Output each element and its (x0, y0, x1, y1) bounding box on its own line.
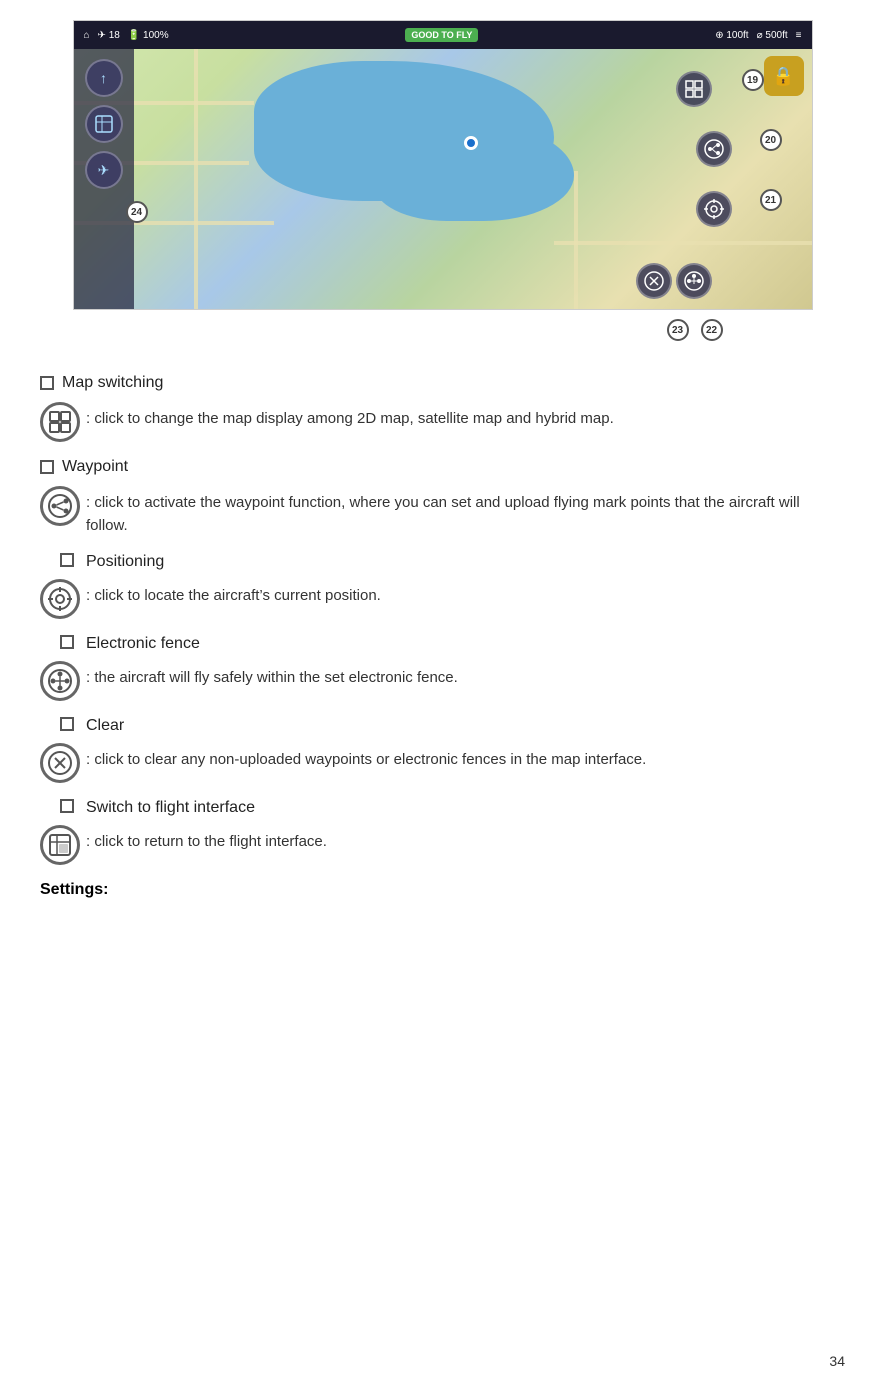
electronic-fence-header-row: Electronic fence (40, 635, 845, 653)
map-image-container: ⌂ ✈ 18 🔋 100% GOOD TO FLY ⊕ 100ft ⌀ 500f… (40, 20, 845, 350)
switch-flight-icon (40, 825, 80, 865)
map-switching-header: Map switching (40, 374, 845, 392)
road-5 (194, 49, 198, 309)
section-marker-electronic-fence (60, 635, 74, 649)
section-marker-clear (60, 717, 74, 731)
map-topbar: ⌂ ✈ 18 🔋 100% GOOD TO FLY ⊕ 100ft ⌀ 500f… (74, 21, 812, 49)
callout-22: 22 (701, 319, 723, 341)
satellite-count: ✈ 18 (98, 30, 120, 41)
aircraft-position (464, 136, 478, 150)
clear-description: : click to clear any non-uploaded waypoi… (86, 743, 646, 772)
road-4 (554, 241, 813, 245)
clear-button[interactable] (636, 263, 672, 299)
waypoint-description: : click to activate the waypoint functio… (86, 486, 845, 537)
waypoint-row: : click to activate the waypoint functio… (40, 486, 845, 537)
waypoint-title: Waypoint (62, 458, 128, 476)
map-switching-section: Map switching : click to change the map … (40, 374, 845, 442)
switch-flight-description: : click to return to the flight interfac… (86, 825, 327, 854)
electronic-fence-row: : the aircraft will fly safely within th… (40, 661, 845, 701)
home-icon: ⌂ (84, 30, 90, 41)
electronic-fence-icon (40, 661, 80, 701)
status-badge: GOOD TO FLY (405, 28, 478, 42)
settings-section: Settings: (40, 881, 845, 899)
settings-title: Settings: (40, 881, 845, 899)
section-marker-switch-flight (60, 799, 74, 813)
switch-flight-row: : click to return to the flight interfac… (40, 825, 845, 865)
section-marker-map-switching (40, 376, 54, 390)
upload-button[interactable]: ↑ (85, 59, 123, 97)
drone-icon-button[interactable]: ✈ (85, 151, 123, 189)
switch-flight-section: Switch to flight interface : click to re… (40, 799, 845, 865)
clear-header-row: Clear (40, 717, 845, 735)
waypoint-section: Waypoint : click to activate the waypoin… (40, 458, 845, 537)
waypoint-button[interactable] (696, 131, 732, 167)
electronic-fence-button[interactable] (676, 263, 712, 299)
positioning-button[interactable] (696, 191, 732, 227)
section-marker-waypoint (40, 460, 54, 474)
positioning-row: : click to locate the aircraft’s current… (40, 579, 845, 619)
callout-24: 24 (126, 201, 148, 223)
range-display: ⌀ 500ft (757, 30, 788, 41)
positioning-header-row: Positioning (40, 553, 845, 571)
map-switch-icon (40, 402, 80, 442)
switch-flight-title: Switch to flight interface (82, 799, 255, 817)
positioning-description: : click to locate the aircraft’s current… (86, 579, 381, 608)
callout-21: 21 (760, 189, 782, 211)
altitude-display: ⊕ 100ft (715, 30, 748, 41)
lock-icon: 🔒 (764, 56, 804, 96)
page-number: 34 (829, 1353, 845, 1369)
clear-section: Clear : click to clear any non-uploaded … (40, 717, 845, 783)
clear-title: Clear (82, 717, 124, 735)
map-switching-title: Map switching (62, 374, 163, 392)
battery-level: 🔋 100% (128, 30, 169, 41)
menu-icon: ≡ (796, 30, 802, 41)
callout-19: 19 (742, 69, 764, 91)
switch-flight-header-row: Switch to flight interface (40, 799, 845, 817)
map-switch-button[interactable] (676, 71, 712, 107)
electronic-fence-section: Electronic fence : the aircraft will fly… (40, 635, 845, 701)
callout-23: 23 (667, 319, 689, 341)
switch-flight-button[interactable] (85, 105, 123, 143)
left-panel: ↑ ✈ (74, 49, 134, 309)
electronic-fence-title: Electronic fence (82, 635, 200, 653)
positioning-section: Positioning : click to locate the aircra… (40, 553, 845, 619)
section-marker-positioning (60, 553, 74, 567)
positioning-icon (40, 579, 80, 619)
waypoint-icon (40, 486, 80, 526)
clear-icon (40, 743, 80, 783)
clear-row: : click to clear any non-uploaded waypoi… (40, 743, 845, 783)
road-6 (574, 171, 578, 310)
map-image: ⌂ ✈ 18 🔋 100% GOOD TO FLY ⊕ 100ft ⌀ 500f… (73, 20, 813, 310)
callout-20: 20 (760, 129, 782, 151)
electronic-fence-description: : the aircraft will fly safely within th… (86, 661, 458, 690)
positioning-title: Positioning (82, 553, 164, 571)
waypoint-header: Waypoint (40, 458, 845, 476)
map-switching-row: : click to change the map display among … (40, 402, 845, 442)
map-switching-description: : click to change the map display among … (86, 402, 614, 431)
